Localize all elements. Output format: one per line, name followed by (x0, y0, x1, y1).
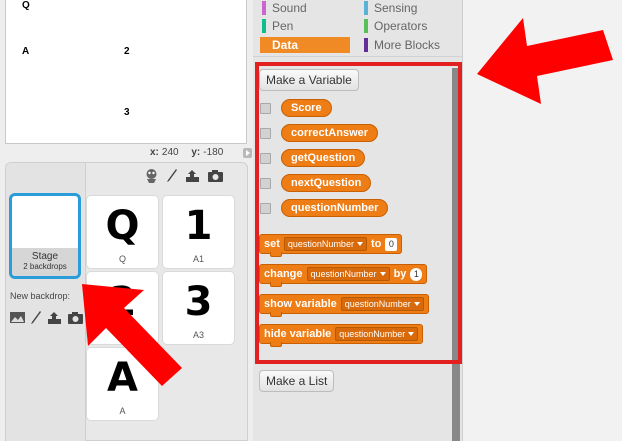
stage-thumbnail-label: Stage 2 backdrops (12, 248, 78, 276)
upload-sprite-icon[interactable] (184, 168, 201, 183)
stage-column: Stage 2 backdrops New backdrop: (6, 163, 86, 441)
category-operators[interactable]: Operators (362, 18, 427, 34)
camera-sprite-icon[interactable] (207, 168, 224, 183)
collapse-stage-arrow-icon[interactable] (243, 148, 252, 158)
category-divider (253, 56, 462, 57)
annotation-arrow-icon (477, 18, 613, 104)
sprite-tile-q[interactable]: Q Q (86, 195, 159, 269)
category-pen[interactable]: Pen (260, 18, 293, 34)
stage-canvas[interactable]: Q A 2 3 (5, 0, 247, 144)
category-data[interactable]: Data (260, 37, 350, 53)
x-value: 240 (161, 147, 179, 158)
stage-text-2: 2 (124, 46, 130, 57)
x-label: x: (150, 147, 159, 158)
category-sound[interactable]: Sound (260, 0, 307, 16)
sprite-caption: A (119, 406, 126, 416)
stage-backdrop-count: 2 backdrops (23, 262, 67, 271)
new-backdrop-tools (9, 310, 84, 325)
stage-name: Stage (31, 251, 59, 262)
make-a-list-button[interactable]: Make a List (259, 370, 335, 392)
backdrop-library-icon[interactable] (9, 310, 26, 325)
highlight-box (255, 62, 462, 364)
stage-text-a: A (22, 46, 30, 57)
y-value: -180 (203, 147, 224, 158)
annotation-arrow-icon (82, 284, 182, 386)
category-more-blocks[interactable]: More Blocks (362, 37, 440, 53)
stage-thumbnail[interactable]: Stage 2 backdrops (9, 193, 81, 279)
stage-text-q: Q (22, 0, 30, 11)
sprite-glyph: Q (105, 203, 140, 249)
sprite-caption: Q (118, 254, 126, 264)
new-sprite-toolbar (143, 168, 224, 183)
upload-icon[interactable] (46, 310, 63, 325)
sprite-caption: A1 (192, 254, 204, 264)
paint-brush-icon[interactable] (30, 310, 42, 325)
paint-sprite-icon[interactable] (166, 168, 178, 183)
sprite-glyph: 1 (184, 203, 213, 249)
sprite-library-icon[interactable] (143, 168, 160, 183)
stage-text-3: 3 (124, 107, 130, 118)
category-sensing[interactable]: Sensing (362, 0, 417, 16)
sprite-tile-a1[interactable]: 1 A1 (162, 195, 235, 269)
new-backdrop-label: New backdrop: (10, 291, 71, 301)
mouse-coordinates: x: 240 y: -180 (150, 147, 233, 158)
y-label: y: (191, 147, 201, 158)
